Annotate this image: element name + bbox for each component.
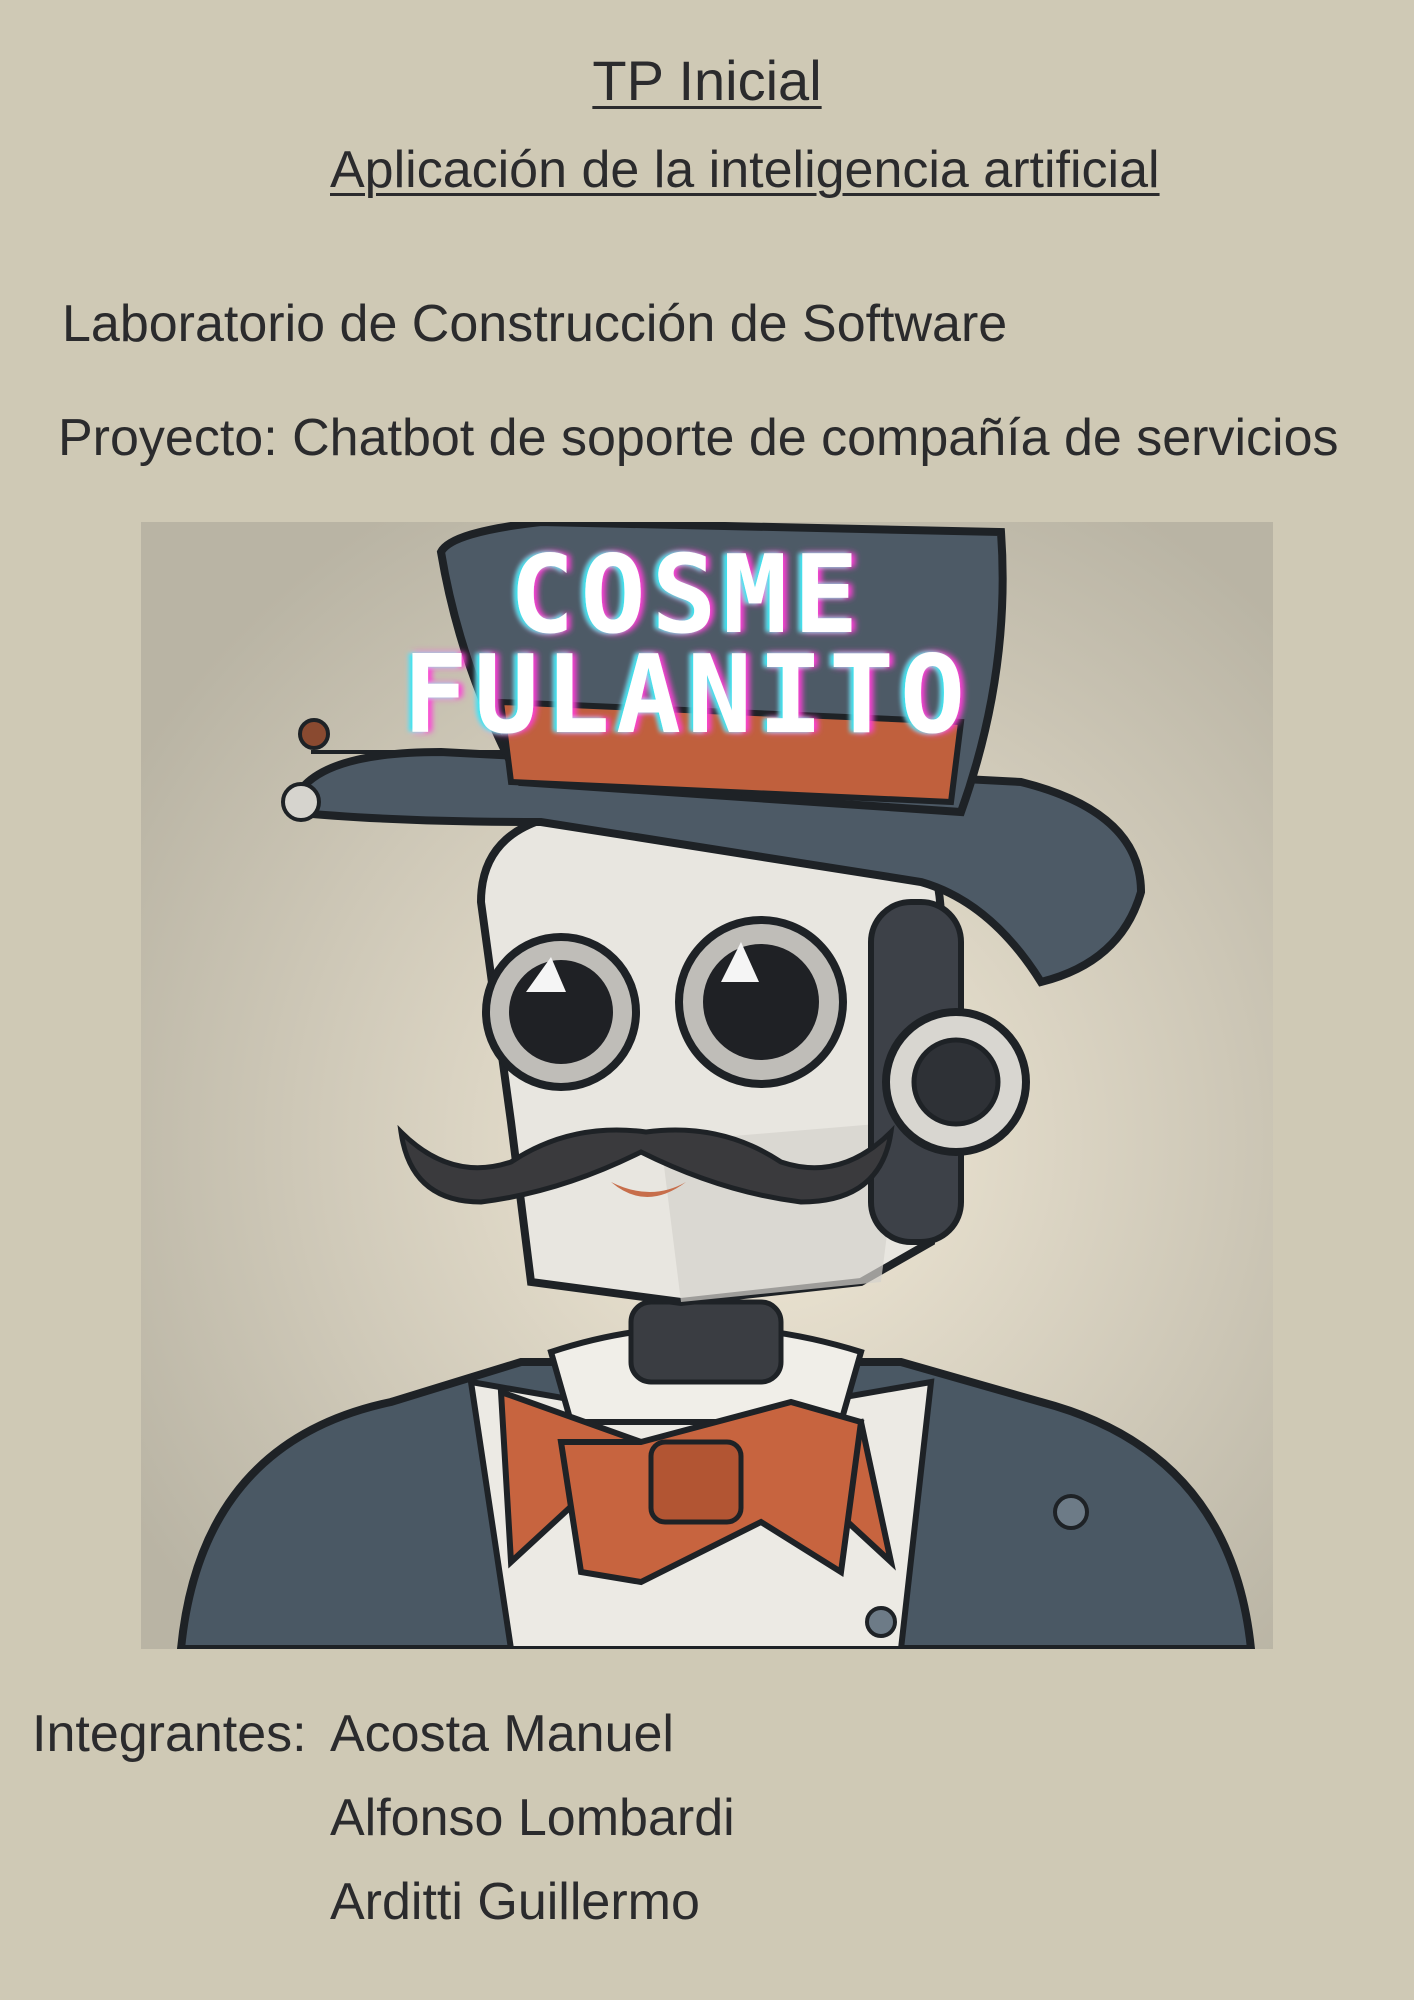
course-name: Laboratorio de Construcción de Software [62, 295, 1008, 353]
project-name: Proyecto: Chatbot de soporte de compañía… [58, 409, 1339, 467]
page-subtitle: Aplicación de la inteligencia artificial [330, 141, 1160, 199]
cover-illustration: COSME FULANITO [141, 522, 1273, 1649]
member-name: Acosta Manuel [330, 1705, 674, 1763]
robot-illustration: COSME FULANITO [141, 522, 1273, 1649]
cover-title-line2: FULANITO [403, 633, 971, 758]
member-name: Arditti Guillermo [330, 1873, 700, 1931]
member-name: Alfonso Lombardi [330, 1789, 735, 1847]
members-label: Integrantes: [32, 1705, 307, 1763]
page-title: TP Inicial [592, 49, 822, 112]
